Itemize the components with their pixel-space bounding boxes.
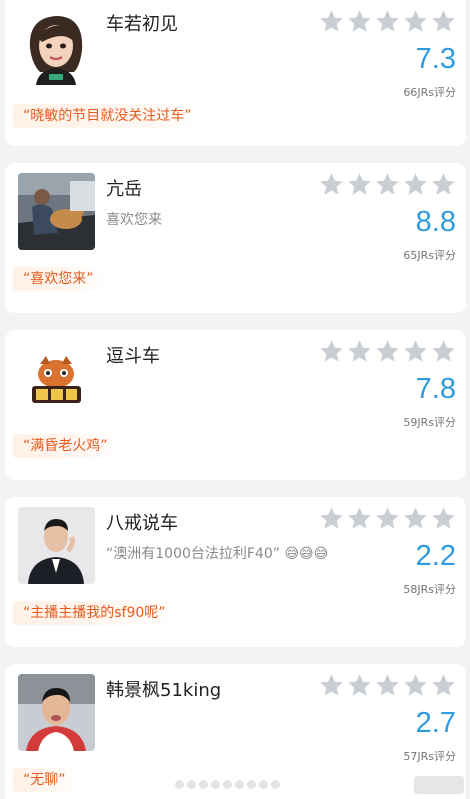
avatar-image bbox=[18, 8, 95, 85]
star-icon[interactable] bbox=[346, 505, 373, 532]
top-comment[interactable]: “晓敏的节目就没关注过车” bbox=[13, 104, 202, 128]
page-dot bbox=[247, 780, 256, 789]
star-icon[interactable] bbox=[430, 338, 457, 365]
star-icon[interactable] bbox=[402, 672, 429, 699]
rating-card[interactable]: 车若初见 7.3 66JRs评分 “晓敏的节目就没关注过车” bbox=[5, 0, 466, 146]
rating-count: 58JRs评分 bbox=[403, 583, 456, 596]
score-value: 8.8 bbox=[415, 206, 456, 238]
page-dot bbox=[199, 780, 208, 789]
top-comment[interactable]: “满昏老火鸡” bbox=[13, 434, 118, 458]
star-icon[interactable] bbox=[346, 8, 373, 35]
star-icon[interactable] bbox=[402, 171, 429, 198]
page-dot bbox=[175, 780, 184, 789]
top-comment[interactable]: “主播主播我的sf90呢” bbox=[13, 601, 176, 625]
rating-card[interactable]: 逗斗车 7.8 59JRs评分 “满昏老火鸡” bbox=[5, 330, 466, 480]
star-icon[interactable] bbox=[374, 338, 401, 365]
avatar[interactable] bbox=[18, 507, 95, 584]
star-icon[interactable] bbox=[318, 338, 345, 365]
rating-card[interactable]: 亢岳 喜欢您来 8.8 65JRs评分 “喜欢您来” bbox=[5, 163, 466, 313]
avatar-image bbox=[18, 340, 95, 417]
score-value: 7.3 bbox=[415, 43, 456, 75]
star-icon[interactable] bbox=[318, 505, 345, 532]
rating-count: 59JRs评分 bbox=[403, 416, 456, 429]
avatar[interactable] bbox=[18, 173, 95, 250]
star-icon[interactable] bbox=[318, 672, 345, 699]
star-icon[interactable] bbox=[402, 338, 429, 365]
star-rating[interactable] bbox=[318, 338, 458, 366]
star-rating[interactable] bbox=[318, 171, 458, 199]
reviewer-name[interactable]: 韩景枫51king bbox=[106, 676, 221, 702]
avatar[interactable] bbox=[18, 674, 95, 751]
rating-count: 57JRs评分 bbox=[403, 750, 456, 763]
score-value: 2.2 bbox=[415, 540, 456, 572]
star-rating[interactable] bbox=[318, 672, 458, 700]
star-icon[interactable] bbox=[346, 338, 373, 365]
star-icon[interactable] bbox=[430, 672, 457, 699]
rating-card[interactable]: 八戒说车 “澳洲有1000台法拉利F40” 😅😅😅 2.2 58JRs评分 “主… bbox=[5, 497, 466, 647]
page-dot bbox=[271, 780, 280, 789]
avatar-image bbox=[18, 173, 95, 250]
star-icon[interactable] bbox=[374, 672, 401, 699]
page-dot bbox=[187, 780, 196, 789]
score-value: 2.7 bbox=[415, 707, 456, 739]
avatar-image bbox=[18, 674, 95, 751]
top-comment[interactable]: “喜欢您来” bbox=[13, 267, 104, 291]
reviewer-name[interactable]: 亢岳 bbox=[106, 175, 142, 201]
avatar[interactable] bbox=[18, 340, 95, 417]
star-icon[interactable] bbox=[430, 505, 457, 532]
reviewer-name[interactable]: 八戒说车 bbox=[106, 509, 178, 535]
star-icon[interactable] bbox=[318, 171, 345, 198]
page-indicator bbox=[175, 780, 280, 789]
star-rating[interactable] bbox=[318, 505, 458, 533]
top-comment[interactable]: “无聊” bbox=[13, 768, 76, 792]
avatar-image bbox=[18, 507, 95, 584]
avatar[interactable] bbox=[18, 8, 95, 85]
page-dot bbox=[235, 780, 244, 789]
rating-count: 66JRs评分 bbox=[403, 86, 456, 99]
page-dot bbox=[211, 780, 220, 789]
page-dot bbox=[223, 780, 232, 789]
star-icon[interactable] bbox=[402, 505, 429, 532]
star-icon[interactable] bbox=[430, 171, 457, 198]
reviewer-subtitle: “澳洲有1000台法拉利F40” 😅😅😅 bbox=[106, 546, 329, 562]
star-icon[interactable] bbox=[402, 8, 429, 35]
reviewer-name[interactable]: 车若初见 bbox=[106, 10, 178, 36]
rating-count: 65JRs评分 bbox=[403, 249, 456, 262]
star-icon[interactable] bbox=[374, 8, 401, 35]
score-value: 7.8 bbox=[415, 373, 456, 405]
reviewer-name[interactable]: 逗斗车 bbox=[106, 342, 160, 368]
watermark bbox=[414, 776, 464, 794]
page-dot bbox=[259, 780, 268, 789]
star-icon[interactable] bbox=[318, 8, 345, 35]
star-icon[interactable] bbox=[346, 672, 373, 699]
star-rating[interactable] bbox=[318, 8, 458, 36]
rating-card[interactable]: 韩景枫51king 2.7 57JRs评分 “无聊” bbox=[5, 664, 466, 799]
star-icon[interactable] bbox=[374, 171, 401, 198]
star-icon[interactable] bbox=[346, 171, 373, 198]
star-icon[interactable] bbox=[430, 8, 457, 35]
reviewer-subtitle: 喜欢您来 bbox=[106, 212, 162, 228]
star-icon[interactable] bbox=[374, 505, 401, 532]
